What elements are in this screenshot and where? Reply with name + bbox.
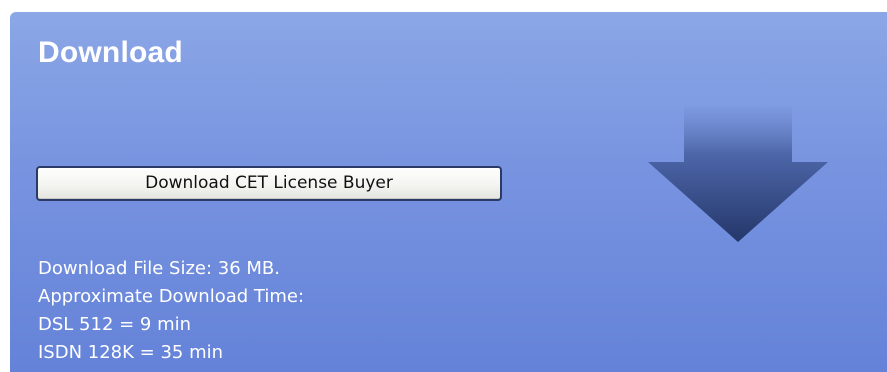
download-time-heading: Approximate Download Time:: [38, 286, 305, 307]
download-arrow-icon: [648, 107, 828, 242]
download-cet-license-buyer-button[interactable]: Download CET License Buyer: [36, 166, 502, 201]
file-size-text: Download File Size: 36 MB.: [38, 258, 280, 279]
panel-title: Download: [38, 36, 183, 69]
download-panel: Download Download CET License Buyer Down…: [10, 12, 887, 372]
isdn-time-text: ISDN 128K = 35 min: [38, 342, 224, 363]
download-info: Download File Size: 36 MB. Approximate D…: [38, 255, 304, 367]
dsl-time-text: DSL 512 = 9 min: [38, 314, 192, 335]
